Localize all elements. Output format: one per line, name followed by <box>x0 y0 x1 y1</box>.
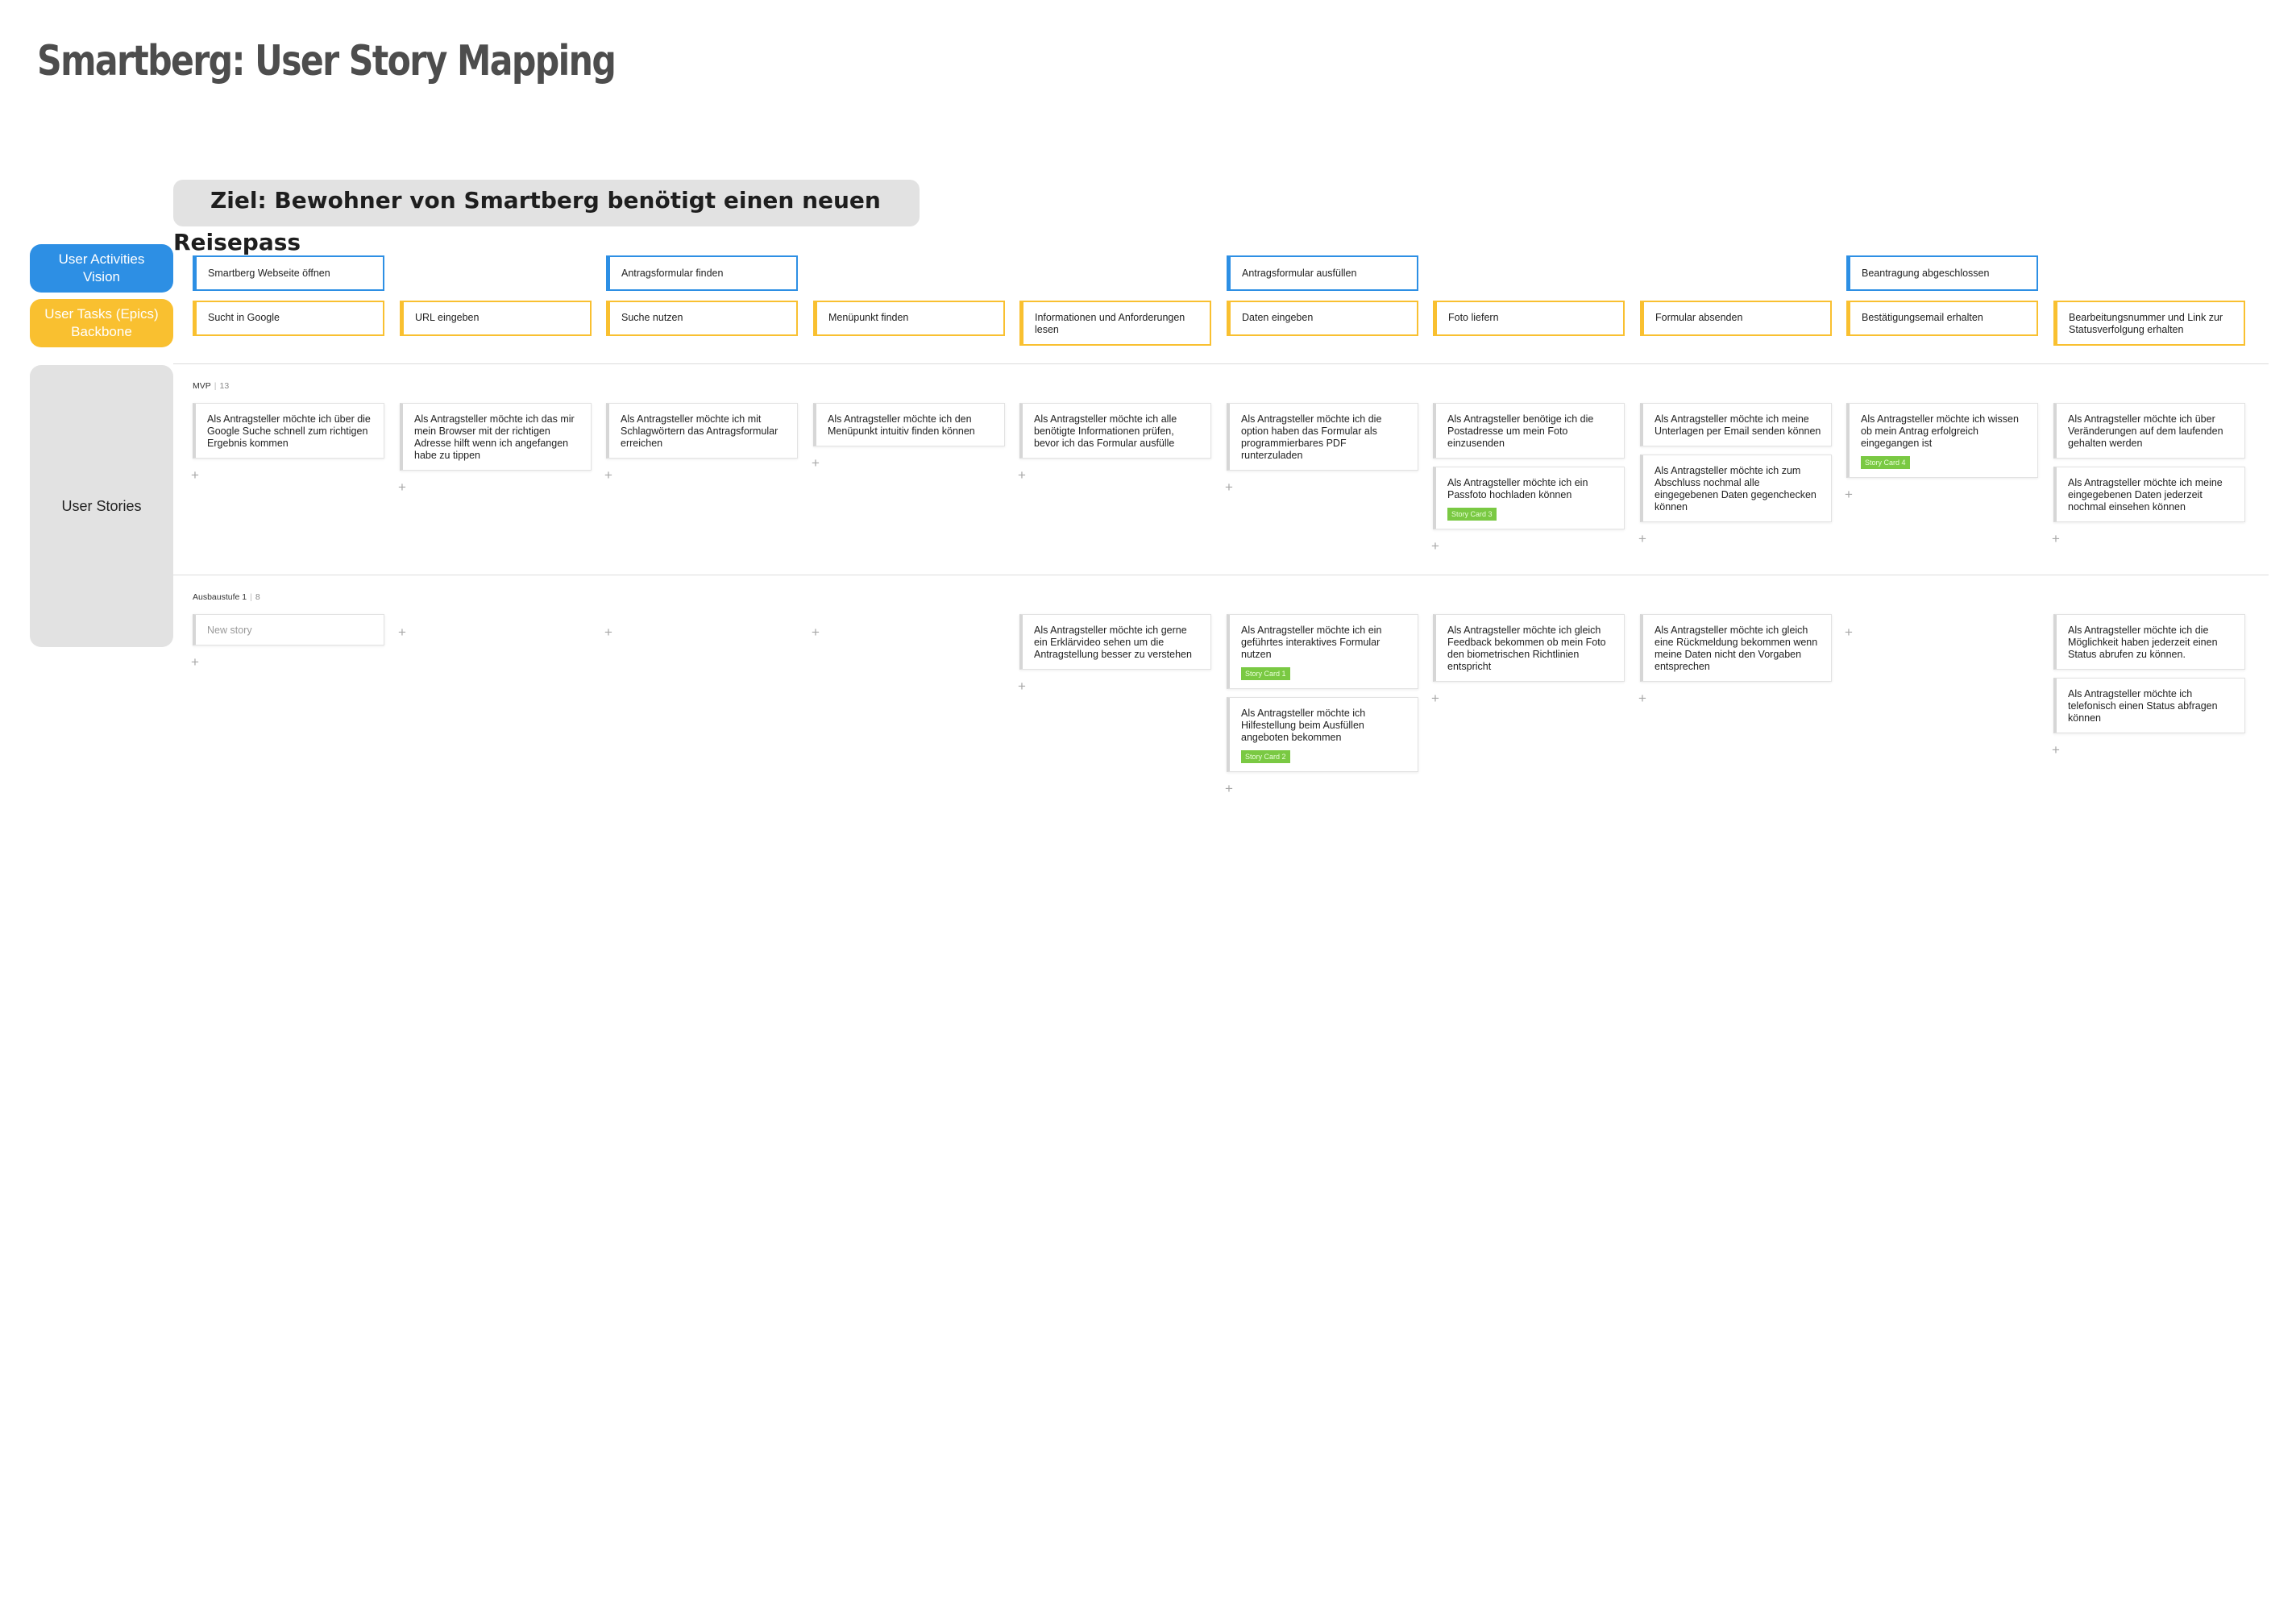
story-card[interactable]: Als Antragsteller möchte ich gerne ein E… <box>1019 614 1211 670</box>
story-card[interactable]: Als Antragsteller benötige ich die Posta… <box>1433 403 1625 459</box>
add-story-button[interactable]: + <box>1638 691 1646 705</box>
task-card[interactable]: Bearbeitungsnummer und Link zur Statusve… <box>2053 301 2245 346</box>
story-card[interactable]: Als Antragsteller möchte ich zum Abschlu… <box>1640 455 1832 522</box>
story-card-badge: Story Card 4 <box>1861 456 1910 469</box>
release-label: MVP | 13 <box>193 381 229 391</box>
release-story-count: 13 <box>219 381 230 391</box>
release-separator: | <box>250 592 252 602</box>
story-text: Als Antragsteller möchte ich meine Unter… <box>1655 413 1821 437</box>
story-text: Als Antragsteller möchte ich die option … <box>1241 413 1382 461</box>
add-story-button[interactable]: + <box>1845 488 1853 501</box>
task-card[interactable]: URL eingeben <box>400 301 592 336</box>
story-card[interactable]: Als Antragsteller möchte ich die Möglich… <box>2053 614 2245 670</box>
story-text: Als Antragsteller möchte ich telefonisch… <box>2068 688 2218 724</box>
story-text: Als Antragsteller möchte ich ein Passfot… <box>1447 477 1588 500</box>
story-card[interactable]: Als Antragsteller möchte ich ein geführt… <box>1227 614 1418 689</box>
story-card[interactable]: Als Antragsteller möchte ich ein Passfot… <box>1433 467 1625 529</box>
user-tasks-text: User Tasks (Epics) Backbone <box>44 306 159 339</box>
activity-card[interactable]: Smartberg Webseite öffnen <box>193 255 384 291</box>
story-text: Als Antragsteller möchte ich Hilfestellu… <box>1241 708 1366 743</box>
add-story-button[interactable]: + <box>1431 691 1439 705</box>
task-card[interactable]: Suche nutzen <box>606 301 798 336</box>
story-text: Als Antragsteller möchte ich alle benöti… <box>1034 413 1177 449</box>
release-name: Ausbaustufe 1 <box>193 592 247 602</box>
new-story-placeholder[interactable]: New story <box>193 614 384 645</box>
release-story-count: 8 <box>255 592 260 602</box>
add-story-button[interactable]: + <box>2052 532 2060 546</box>
activity-card[interactable]: Beantragung abgeschlossen <box>1846 255 2038 291</box>
add-story-button[interactable]: + <box>604 468 612 482</box>
story-card[interactable]: Als Antragsteller möchte ich den Menüpun… <box>813 403 1005 446</box>
story-text: Als Antragsteller möchte ich das mir mei… <box>414 413 575 461</box>
story-text: Als Antragsteller möchte ich über Veränd… <box>2068 413 2223 449</box>
activity-card[interactable]: Antragsformular ausfüllen <box>1227 255 1418 291</box>
story-card-badge: Story Card 2 <box>1241 750 1290 763</box>
page-title: Smartberg: User Story Mapping <box>37 37 617 85</box>
story-text: Als Antragsteller möchte ich gleich eine… <box>1655 625 1818 672</box>
story-card-badge: Story Card 3 <box>1447 508 1497 521</box>
goal-banner: Ziel: Bewohner von Smartberg benötigt ei… <box>173 180 920 255</box>
user-tasks-label: User Tasks (Epics) Backbone <box>30 299 173 347</box>
add-story-button[interactable]: + <box>2052 743 2060 757</box>
add-story-button[interactable]: + <box>1018 468 1026 482</box>
story-text: Als Antragsteller möchte ich gerne ein E… <box>1034 625 1192 660</box>
add-story-button[interactable]: + <box>398 480 406 494</box>
story-card[interactable]: Als Antragsteller möchte ich meine Unter… <box>1640 403 1832 446</box>
story-card[interactable]: Als Antragsteller möchte ich die option … <box>1227 403 1418 471</box>
story-text: Als Antragsteller möchte ich mit Schlagw… <box>621 413 778 449</box>
add-story-button[interactable]: + <box>1225 782 1233 795</box>
add-story-button[interactable]: + <box>1018 679 1026 693</box>
story-card[interactable]: Als Antragsteller möchte ich gleich eine… <box>1640 614 1832 682</box>
add-story-button[interactable]: + <box>1225 480 1233 494</box>
user-activities-text: User Activities Vision <box>58 251 145 284</box>
story-text: Als Antragsteller möchte ich zum Abschlu… <box>1655 465 1816 513</box>
task-card[interactable]: Daten eingeben <box>1227 301 1418 336</box>
story-text: Als Antragsteller möchte ich die Möglich… <box>2068 625 2218 660</box>
story-text: Als Antragsteller möchte ich ein geführt… <box>1241 625 1382 660</box>
story-card[interactable]: Als Antragsteller möchte ich mit Schlagw… <box>606 403 798 459</box>
story-text: Als Antragsteller möchte ich gleich Feed… <box>1447 625 1606 672</box>
add-story-button[interactable]: + <box>812 625 820 639</box>
release-name: MVP <box>193 381 211 391</box>
add-story-button[interactable]: + <box>1431 539 1439 553</box>
add-story-button[interactable]: + <box>1638 532 1646 546</box>
story-text: Als Antragsteller benötige ich die Posta… <box>1447 413 1594 449</box>
task-card[interactable]: Menüpunkt finden <box>813 301 1005 336</box>
add-story-button[interactable]: + <box>604 625 612 639</box>
task-card[interactable]: Foto liefern <box>1433 301 1625 336</box>
story-card[interactable]: Als Antragsteller möchte ich gleich Feed… <box>1433 614 1625 682</box>
story-card[interactable]: Als Antragsteller möchte ich wissen ob m… <box>1846 403 2038 478</box>
story-text: Als Antragsteller möchte ich wissen ob m… <box>1861 413 2019 449</box>
task-card[interactable]: Bestätigungsemail erhalten <box>1846 301 2038 336</box>
add-story-button[interactable]: + <box>1845 625 1853 639</box>
story-text: Als Antragsteller möchte ich meine einge… <box>2068 477 2223 513</box>
story-text: Als Antragsteller möchte ich über die Go… <box>207 413 371 449</box>
task-card[interactable]: Informationen und Anforderungen lesen <box>1019 301 1211 346</box>
add-story-button[interactable]: + <box>191 468 199 482</box>
story-card[interactable]: Als Antragsteller möchte ich Hilfestellu… <box>1227 697 1418 772</box>
release-separator: | <box>214 381 217 391</box>
divider-backbone <box>173 363 2269 364</box>
activity-card[interactable]: Antragsformular finden <box>606 255 798 291</box>
story-card-badge: Story Card 1 <box>1241 667 1290 680</box>
story-card[interactable]: Als Antragsteller möchte ich über Veränd… <box>2053 403 2245 459</box>
add-story-button[interactable]: + <box>812 456 820 470</box>
task-card[interactable]: Sucht in Google <box>193 301 384 336</box>
story-text: Als Antragsteller möchte ich den Menüpun… <box>828 413 975 437</box>
story-card[interactable]: Als Antragsteller möchte ich telefonisch… <box>2053 678 2245 733</box>
story-card[interactable]: Als Antragsteller möchte ich das mir mei… <box>400 403 592 471</box>
user-stories-text: User Stories <box>61 498 142 514</box>
add-story-button[interactable]: + <box>398 625 406 639</box>
story-card[interactable]: Als Antragsteller möchte ich meine einge… <box>2053 467 2245 522</box>
release-label: Ausbaustufe 1 | 8 <box>193 592 260 602</box>
story-card[interactable]: Als Antragsteller möchte ich alle benöti… <box>1019 403 1211 459</box>
user-stories-label: User Stories <box>30 365 173 647</box>
task-card[interactable]: Formular absenden <box>1640 301 1832 336</box>
story-card[interactable]: Als Antragsteller möchte ich über die Go… <box>193 403 384 459</box>
user-activities-label: User Activities Vision <box>30 244 173 293</box>
story-text: New story <box>207 625 252 636</box>
add-story-button[interactable]: + <box>191 655 199 669</box>
